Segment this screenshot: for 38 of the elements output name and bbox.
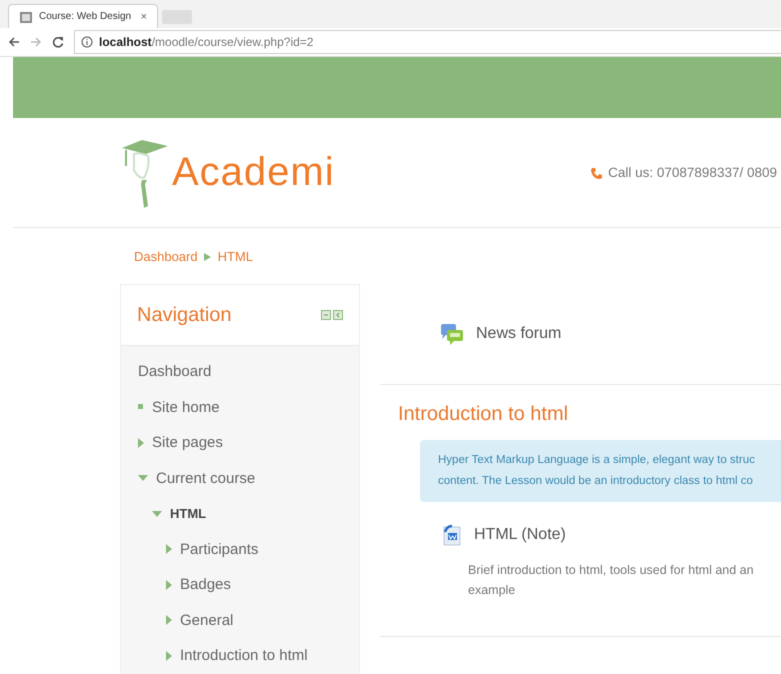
- section-title: Introduction to html: [398, 403, 570, 426]
- nav-item[interactable]: Current course: [156, 470, 256, 487]
- address-bar[interactable]: localhost/moodle/course/view.php?id=2: [74, 30, 781, 54]
- nav-item[interactable]: Participants: [180, 540, 258, 558]
- activity-description-line: Brief introduction to html, tools used for html and an: [468, 562, 754, 579]
- nav-item[interactable]: Dashboard: [138, 363, 212, 380]
- document-icon: [442, 524, 462, 546]
- nav-item[interactable]: Site pages: [152, 434, 223, 452]
- chat-bubbles-icon: [440, 323, 464, 345]
- nav-item[interactable]: General: [180, 612, 234, 629]
- collapse-icon[interactable]: [321, 310, 331, 320]
- nav-item[interactable]: Badges: [180, 576, 231, 594]
- nav-item[interactable]: Site home: [152, 398, 220, 416]
- activity-link[interactable]: News forum: [476, 325, 562, 343]
- summary-line: content. The Lesson would be an introductory class to html co: [438, 474, 753, 489]
- nav-item[interactable]: HTML: [170, 506, 206, 522]
- summary-line: Hyper Text Markup Language is a simple, elegant way to struc: [438, 453, 755, 468]
- activity-link[interactable]: HTML (Note): [474, 526, 566, 544]
- phone-text: Call us: 07087898337/ 0809: [608, 165, 777, 180]
- browser-tab[interactable]: Course: Web Design ×: [8, 4, 158, 28]
- phone-icon: [590, 166, 602, 178]
- bullet-icon: [138, 404, 144, 410]
- reload-icon[interactable]: [52, 36, 64, 48]
- tab-title: Course: Web Design: [39, 11, 132, 22]
- tab-close-button[interactable]: ×: [140, 10, 147, 22]
- block-title: Navigation: [137, 304, 232, 326]
- graduate-icon: [120, 138, 170, 208]
- breadcrumb-link[interactable]: Dashboard: [134, 249, 198, 264]
- separator-arrow-icon: [204, 252, 212, 260]
- forward-icon[interactable]: [30, 36, 42, 48]
- page-icon: [19, 10, 33, 24]
- info-icon: [81, 36, 93, 48]
- site-logo[interactable]: Academi: [172, 150, 335, 195]
- back-icon[interactable]: [8, 36, 20, 48]
- nav-item[interactable]: Introduction to html: [180, 647, 308, 664]
- activity-description-line: example: [468, 582, 516, 599]
- dock-icon[interactable]: [333, 310, 343, 320]
- breadcrumb-link[interactable]: HTML: [218, 249, 253, 264]
